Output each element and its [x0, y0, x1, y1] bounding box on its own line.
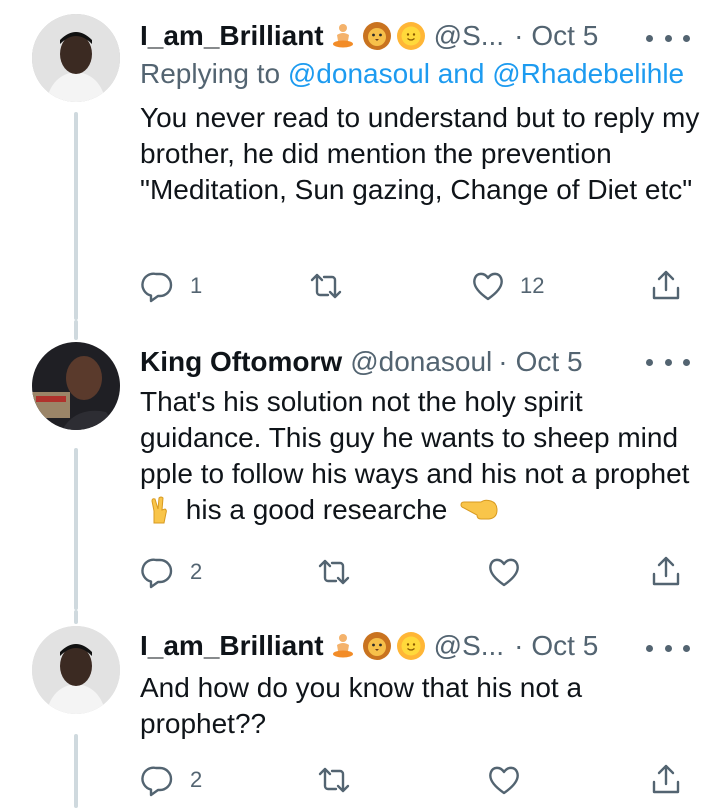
display-name[interactable]: King Oftomorw: [140, 346, 342, 378]
person-meditating-icon: [332, 634, 353, 658]
like-button[interactable]: [486, 760, 522, 800]
share-button[interactable]: [648, 760, 684, 800]
heart-icon: [473, 272, 503, 301]
thread-line: [74, 734, 78, 808]
thread-line-top: [74, 320, 78, 340]
retweet-button[interactable]: [316, 760, 352, 800]
timestamp[interactable]: Oct 5: [516, 346, 583, 378]
crossed-fingers-icon: [151, 496, 167, 524]
reply-count: 2: [190, 767, 203, 792]
like-button[interactable]: [486, 552, 522, 592]
avatar[interactable]: [32, 626, 120, 714]
action-bar: 2: [140, 552, 700, 592]
action-bar: 2: [140, 760, 700, 800]
reply-icon: [141, 766, 173, 797]
tweet-header: I_am_Brilliant @S... · Oct 5: [140, 16, 598, 56]
reply-button[interactable]: 2: [140, 552, 202, 592]
sun-with-face-icon: [396, 22, 425, 50]
share-button[interactable]: [648, 552, 684, 592]
display-name[interactable]: I_am_Brilliant: [140, 20, 324, 52]
action-bar: 1 12: [140, 266, 700, 306]
like-count: 12: [520, 273, 545, 298]
separator-dot: ·: [498, 346, 508, 377]
tweet-text: You never read to understand but to repl…: [140, 102, 700, 205]
share-icon: [652, 764, 680, 794]
tweet-header: I_am_Brilliant @S... · Oct 5: [140, 626, 598, 666]
retweet-icon: [310, 273, 342, 299]
tweet-text: And how do you know that his not a proph…: [140, 672, 583, 739]
more-options-icon[interactable]: [646, 638, 690, 658]
share-icon: [652, 270, 680, 300]
retweet-button[interactable]: [308, 266, 344, 306]
like-button[interactable]: 12: [470, 266, 544, 306]
tweet-text-part2: his a good researche: [185, 494, 448, 525]
tweet-header: King Oftomorw @donasoul · Oct 5: [140, 342, 583, 382]
pointing-left-icon: [460, 499, 498, 520]
thread-line: [74, 112, 78, 320]
heart-icon: [489, 766, 519, 795]
reply-count: 1: [190, 273, 203, 298]
handle[interactable]: @S...: [434, 20, 504, 52]
tweet-3[interactable]: I_am_Brilliant @S... · Oct 5 And how do …: [0, 610, 720, 808]
reply-icon: [141, 272, 173, 303]
separator-dot: ·: [514, 20, 524, 51]
thread-line-top: [74, 610, 78, 624]
timestamp[interactable]: Oct 5: [531, 630, 598, 662]
tweet-2[interactable]: King Oftomorw @donasoul · Oct 5 That's h…: [0, 320, 720, 610]
handle[interactable]: @S...: [434, 630, 504, 662]
sun-with-face-icon: [396, 632, 425, 660]
person-meditating-icon: [332, 24, 353, 48]
heart-icon: [489, 558, 519, 587]
tweet-text-part1: That's his solution not the holy spirit …: [140, 386, 690, 489]
reply-icon: [141, 558, 173, 589]
share-button[interactable]: [648, 266, 684, 306]
replying-to: Replying to @donasoul and @Rhadebelihle: [140, 58, 684, 90]
separator-dot: ·: [514, 630, 524, 661]
reply-button[interactable]: 2: [140, 760, 202, 800]
handle[interactable]: @donasoul: [350, 346, 492, 378]
timestamp[interactable]: Oct 5: [531, 20, 598, 52]
lion-face-icon: [362, 22, 391, 50]
replying-prefix: Replying to: [140, 58, 281, 89]
retweet-icon: [318, 559, 350, 585]
tweet-1[interactable]: I_am_Brilliant @S... · Oct 5 Replying to…: [0, 0, 720, 320]
thread-line: [74, 448, 78, 610]
reply-count: 2: [190, 559, 203, 584]
avatar[interactable]: [32, 14, 120, 102]
share-icon: [652, 556, 680, 586]
display-name[interactable]: I_am_Brilliant: [140, 630, 324, 662]
tweet-text: That's his solution not the holy spirit …: [140, 384, 700, 528]
retweet-icon: [318, 767, 350, 793]
more-options-icon[interactable]: [646, 28, 690, 48]
reply-button[interactable]: 1: [140, 266, 202, 306]
lion-face-icon: [362, 632, 391, 660]
more-options-icon[interactable]: [646, 352, 690, 372]
avatar[interactable]: [32, 342, 120, 430]
retweet-button[interactable]: [316, 552, 352, 592]
replying-mentions[interactable]: @donasoul and @Rhadebelihle: [288, 58, 684, 89]
